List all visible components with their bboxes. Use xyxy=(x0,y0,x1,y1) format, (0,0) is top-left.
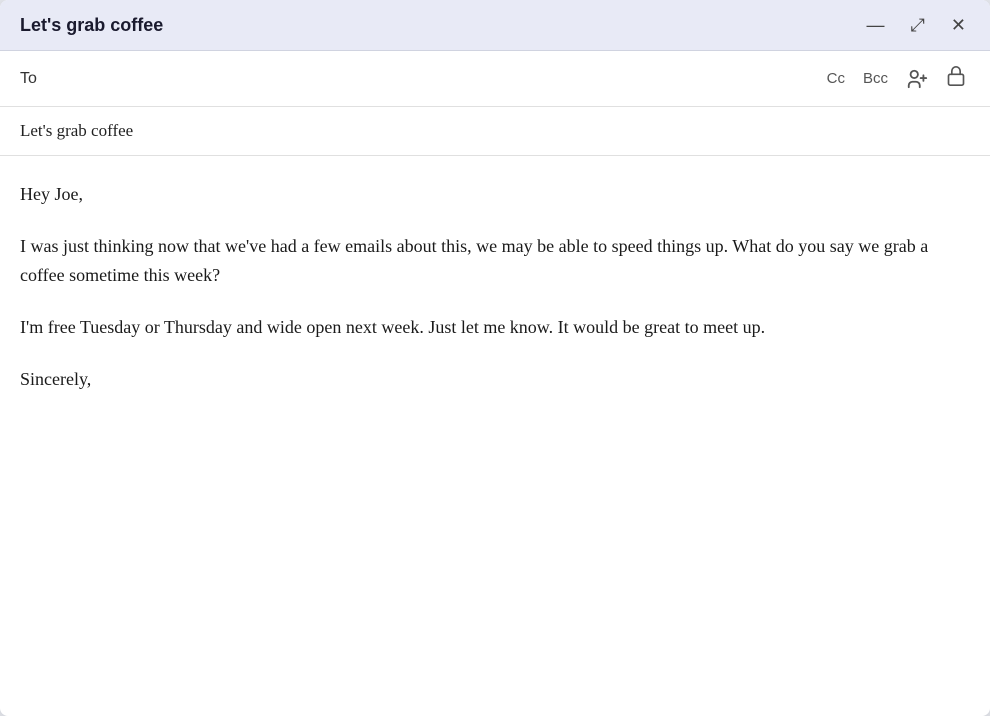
close-button[interactable]: ✕ xyxy=(947,14,970,36)
lock-button[interactable] xyxy=(942,63,970,94)
body-area[interactable]: Hey Joe, I was just thinking now that we… xyxy=(0,156,990,716)
paragraph2: I'm free Tuesday or Thursday and wide op… xyxy=(20,313,970,343)
to-actions: Cc Bcc xyxy=(823,63,970,94)
maximize-button[interactable]: ⤢ xyxy=(907,14,929,36)
paragraph1: I was just thinking now that we've had a… xyxy=(20,232,970,291)
bcc-button[interactable]: Bcc xyxy=(859,68,892,89)
compose-window: Let's grab coffee — ⤢ ✕ To Cc Bcc xyxy=(0,0,990,716)
window-title: Let's grab coffee xyxy=(20,15,163,36)
closing: Sincerely, xyxy=(20,365,970,395)
to-input[interactable] xyxy=(58,70,815,88)
cc-button[interactable]: Cc xyxy=(823,68,849,89)
to-row: To Cc Bcc xyxy=(0,51,990,107)
subject-text: Let's grab coffee xyxy=(20,121,133,140)
to-label: To xyxy=(20,70,50,88)
add-contact-button[interactable] xyxy=(902,66,932,92)
subject-row: Let's grab coffee xyxy=(0,107,990,156)
email-body: Hey Joe, I was just thinking now that we… xyxy=(20,180,970,394)
greeting: Hey Joe, xyxy=(20,180,970,210)
title-bar-actions: — ⤢ ✕ xyxy=(863,14,971,36)
minimize-button[interactable]: — xyxy=(863,14,889,36)
title-bar: Let's grab coffee — ⤢ ✕ xyxy=(0,0,990,51)
